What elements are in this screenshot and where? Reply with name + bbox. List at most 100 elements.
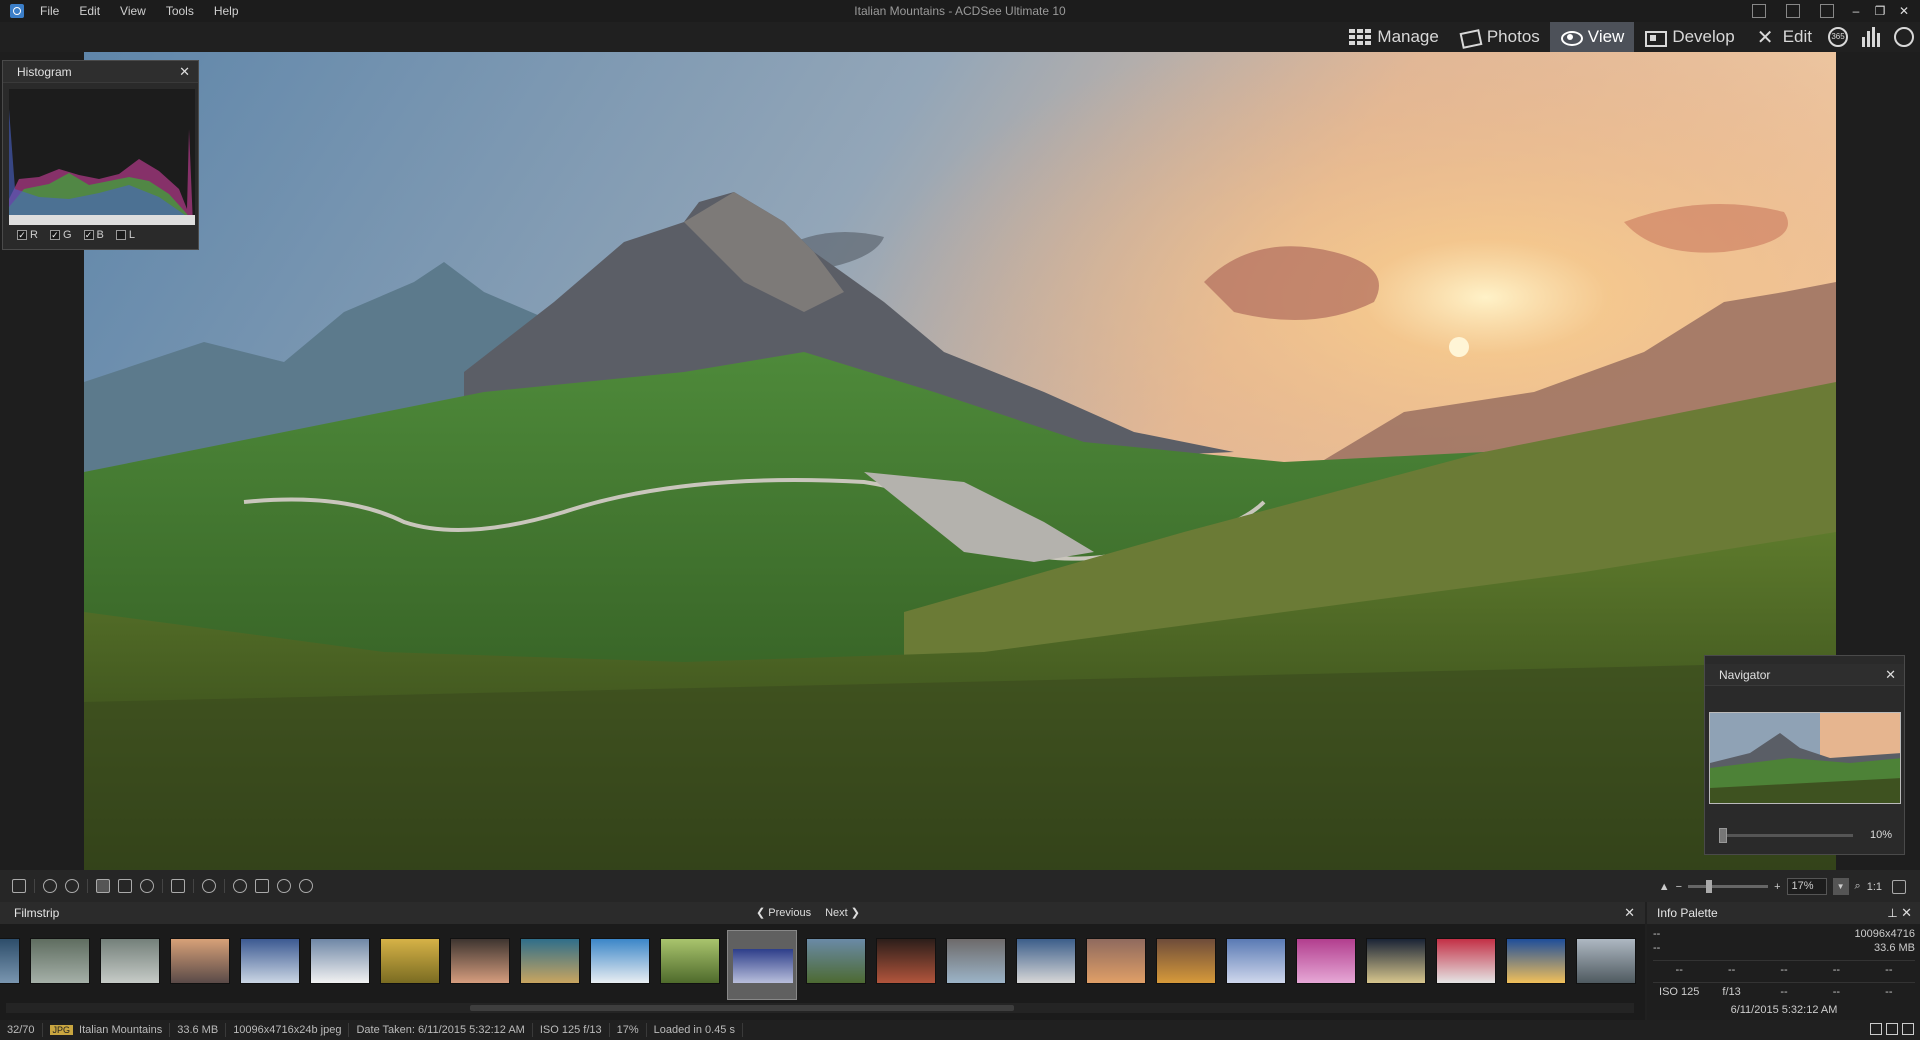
- menu-file[interactable]: File: [30, 4, 69, 18]
- menu-tools[interactable]: Tools: [156, 4, 204, 18]
- mode-manage-button[interactable]: Manage: [1339, 22, 1448, 52]
- mode-view-button[interactable]: View: [1549, 22, 1635, 52]
- rotate-right-icon[interactable]: [65, 879, 79, 893]
- zoom-in-button[interactable]: +: [1774, 881, 1780, 893]
- filmstrip-thumb[interactable]: [30, 938, 90, 984]
- filmstrip-thumb[interactable]: [450, 938, 510, 984]
- filmstrip-thumb[interactable]: [170, 938, 230, 984]
- filmstrip-scrollbar[interactable]: [6, 1003, 1634, 1013]
- mode-manage-label: Manage: [1377, 27, 1439, 46]
- channel-g-checkbox[interactable]: ✓ G: [49, 229, 72, 241]
- filmstrip-thumb[interactable]: [100, 938, 160, 984]
- close-icon[interactable]: ✕: [1885, 667, 1896, 683]
- navigator-zoom-track[interactable]: [1719, 834, 1853, 837]
- filmstrip-thumb[interactable]: [240, 938, 300, 984]
- eye-view-icon[interactable]: [1894, 27, 1914, 47]
- filmstrip-thumb[interactable]: [946, 938, 1006, 984]
- zoom-tool-icon[interactable]: ⌕: [1855, 880, 1861, 893]
- navigator-toggle-icon[interactable]: ▲: [1659, 881, 1670, 893]
- navigator-thumbnail[interactable]: [1709, 712, 1901, 804]
- save-icon[interactable]: [12, 879, 26, 893]
- filmstrip-thumb[interactable]: [590, 938, 650, 984]
- 365-icon[interactable]: 365: [1828, 27, 1848, 47]
- adjust-icon[interactable]: [255, 879, 269, 893]
- toolbar-separator: [162, 879, 163, 893]
- filmstrip-thumb[interactable]: [0, 938, 20, 984]
- tag-icon[interactable]: [1870, 1023, 1882, 1035]
- zoom-slider-knob[interactable]: [1706, 880, 1713, 893]
- info-exif-grid-1: -- -- -- -- --: [1653, 960, 1915, 980]
- checkmark-icon[interactable]: [1902, 1023, 1914, 1035]
- rotate-left-icon[interactable]: [43, 879, 57, 893]
- scrollbar-thumb[interactable]: [470, 1005, 1014, 1011]
- close-window-button[interactable]: ✕: [1894, 2, 1914, 20]
- select-icon[interactable]: [96, 879, 110, 893]
- filmstrip-thumb[interactable]: [1366, 938, 1426, 984]
- close-icon[interactable]: ✕: [1624, 905, 1635, 921]
- channel-b-checkbox[interactable]: ✓ B: [83, 229, 104, 241]
- next-button[interactable]: Next ❯: [825, 906, 860, 919]
- photos-icon: [1459, 29, 1481, 45]
- mode-bar: Manage Photos View Develop Edit 365: [1339, 22, 1920, 52]
- zoom-slider[interactable]: [1688, 880, 1769, 893]
- previous-button[interactable]: ❮ Previous: [756, 906, 811, 919]
- channel-l-checkbox[interactable]: L: [115, 229, 135, 241]
- pin-icon[interactable]: ⊥: [1887, 906, 1901, 920]
- chevron-down-icon[interactable]: ▼: [1832, 878, 1849, 895]
- play-slideshow-icon[interactable]: [233, 879, 247, 893]
- crop-select-icon[interactable]: [118, 879, 132, 893]
- layout-right-icon[interactable]: [1820, 4, 1834, 18]
- filmstrip-thumb[interactable]: [1086, 938, 1146, 984]
- filmstrip-thumb[interactable]: [1436, 938, 1496, 984]
- gear-icon[interactable]: [202, 879, 216, 893]
- main-photo[interactable]: [84, 52, 1836, 870]
- filmstrip-thumb[interactable]: [520, 938, 580, 984]
- menu-help[interactable]: Help: [204, 4, 249, 18]
- zoom-tool-icon[interactable]: [140, 879, 154, 893]
- channel-r-checkbox[interactable]: ✓ R: [17, 229, 38, 241]
- minimize-button[interactable]: –: [1846, 2, 1866, 20]
- filmstrip-thumb[interactable]: [660, 938, 720, 984]
- filmstrip-thumb[interactable]: [1576, 938, 1636, 984]
- filmstrip-thumb[interactable]: [1506, 938, 1566, 984]
- toolbar-separator: [34, 879, 35, 893]
- fit-screen-icon[interactable]: [171, 879, 185, 893]
- filmstrip-thumb[interactable]: [1156, 938, 1216, 984]
- edit-icon: [1755, 25, 1777, 50]
- close-icon[interactable]: ✕: [1901, 905, 1912, 920]
- filmstrip-thumb[interactable]: [1016, 938, 1076, 984]
- filmstrip-thumb-selected[interactable]: [727, 930, 797, 1000]
- filmstrip-thumb[interactable]: [1296, 938, 1356, 984]
- layout-bottom-icon[interactable]: [1786, 4, 1800, 18]
- dashboard-icon[interactable]: [1860, 27, 1882, 47]
- filmstrip-thumb[interactable]: [806, 938, 866, 984]
- checkbox-checked-icon: ✓: [83, 230, 94, 240]
- navigator-zoom-knob[interactable]: [1719, 828, 1727, 843]
- edited-icon[interactable]: [1886, 1023, 1898, 1035]
- filmstrip-thumb[interactable]: [310, 938, 370, 984]
- image-viewport[interactable]: [0, 52, 1920, 870]
- actual-size-button[interactable]: 1:1: [1867, 881, 1882, 893]
- app-icon[interactable]: [10, 4, 24, 18]
- mode-develop-button[interactable]: Develop: [1634, 22, 1744, 52]
- menu-view[interactable]: View: [110, 4, 156, 18]
- previous-label: Previous: [768, 907, 812, 919]
- mode-photos-button[interactable]: Photos: [1449, 22, 1550, 52]
- mode-edit-button[interactable]: Edit: [1745, 22, 1822, 52]
- zoom-value-input[interactable]: 17%: [1786, 878, 1827, 895]
- file-format-badge: JPG: [49, 1025, 74, 1035]
- layout-left-icon[interactable]: [1752, 4, 1766, 18]
- close-icon[interactable]: ✕: [179, 64, 190, 80]
- timer-icon[interactable]: [277, 879, 291, 893]
- filmstrip-thumb[interactable]: [876, 938, 936, 984]
- info-palette-title: Info Palette: [1657, 906, 1718, 920]
- menu-edit[interactable]: Edit: [69, 4, 110, 18]
- info-row-size: -- 33.6 MB: [1653, 942, 1915, 954]
- filmstrip-thumb[interactable]: [380, 938, 440, 984]
- zoom-out-button[interactable]: −: [1676, 881, 1682, 893]
- restore-button[interactable]: ❐: [1870, 2, 1890, 20]
- effects-icon[interactable]: [299, 879, 313, 893]
- filmstrip-thumb[interactable]: [1226, 938, 1286, 984]
- histogram-title: Histogram: [17, 64, 72, 79]
- full-screen-icon[interactable]: [1892, 879, 1906, 894]
